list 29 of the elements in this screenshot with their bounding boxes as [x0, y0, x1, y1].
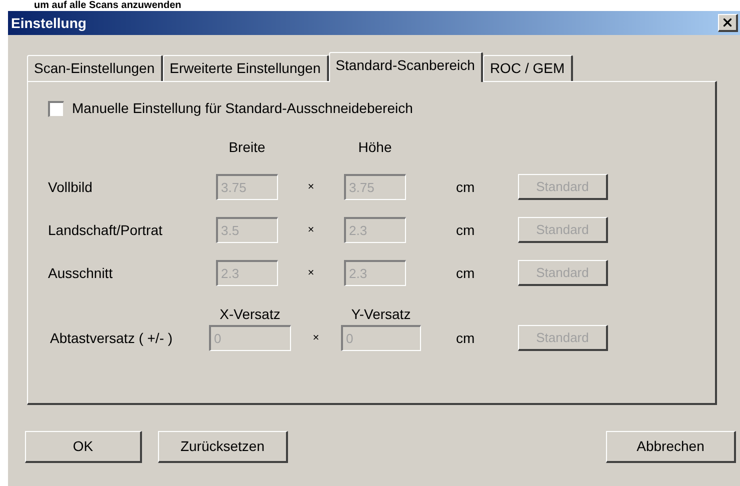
close-button[interactable] [718, 14, 738, 32]
unit-label: cm [456, 264, 475, 280]
tab[interactable]: Standard-Scanbereich [328, 52, 483, 82]
dialog-button[interactable]: OK [25, 431, 142, 463]
header-text: um auf alle Scans anzuwenden [33, 0, 182, 11]
checkbox-label: Manuelle Einstellung für Standard-Ausschneidebereich [72, 99, 413, 118]
times-sign: × [308, 266, 314, 281]
times-sign: × [308, 222, 314, 238]
unit-label: cm [456, 178, 475, 194]
tab[interactable]: Scan-Einstellungen [27, 55, 163, 81]
row-label: Landschaft/Portrat [48, 220, 164, 240]
column-heading: Breite [228, 138, 266, 157]
column-heading: X-Versatz [220, 305, 280, 324]
times-sign: × [312, 330, 320, 346]
row-label: Vollbild [48, 178, 94, 196]
checkbox[interactable] [48, 100, 64, 116]
row-label: Ausschnitt [48, 264, 114, 282]
tab[interactable]: ROC / GEM [482, 55, 573, 81]
dialog-button[interactable]: Abbrechen [606, 431, 736, 463]
dialog-button[interactable]: Zurücksetzen [158, 431, 288, 463]
times-sign: × [308, 180, 314, 195]
unit-label: cm [456, 222, 475, 238]
column-heading: Y-Versatz [351, 305, 411, 324]
row-label: Abtastversatz ( +/- ) [49, 328, 174, 348]
window-title: Einstellung [11, 14, 86, 33]
column-heading: Höhe [358, 138, 392, 157]
tab[interactable]: Erweiterte Einstellungen [162, 55, 329, 81]
unit-label: cm [456, 330, 475, 346]
close-icon [721, 16, 734, 29]
